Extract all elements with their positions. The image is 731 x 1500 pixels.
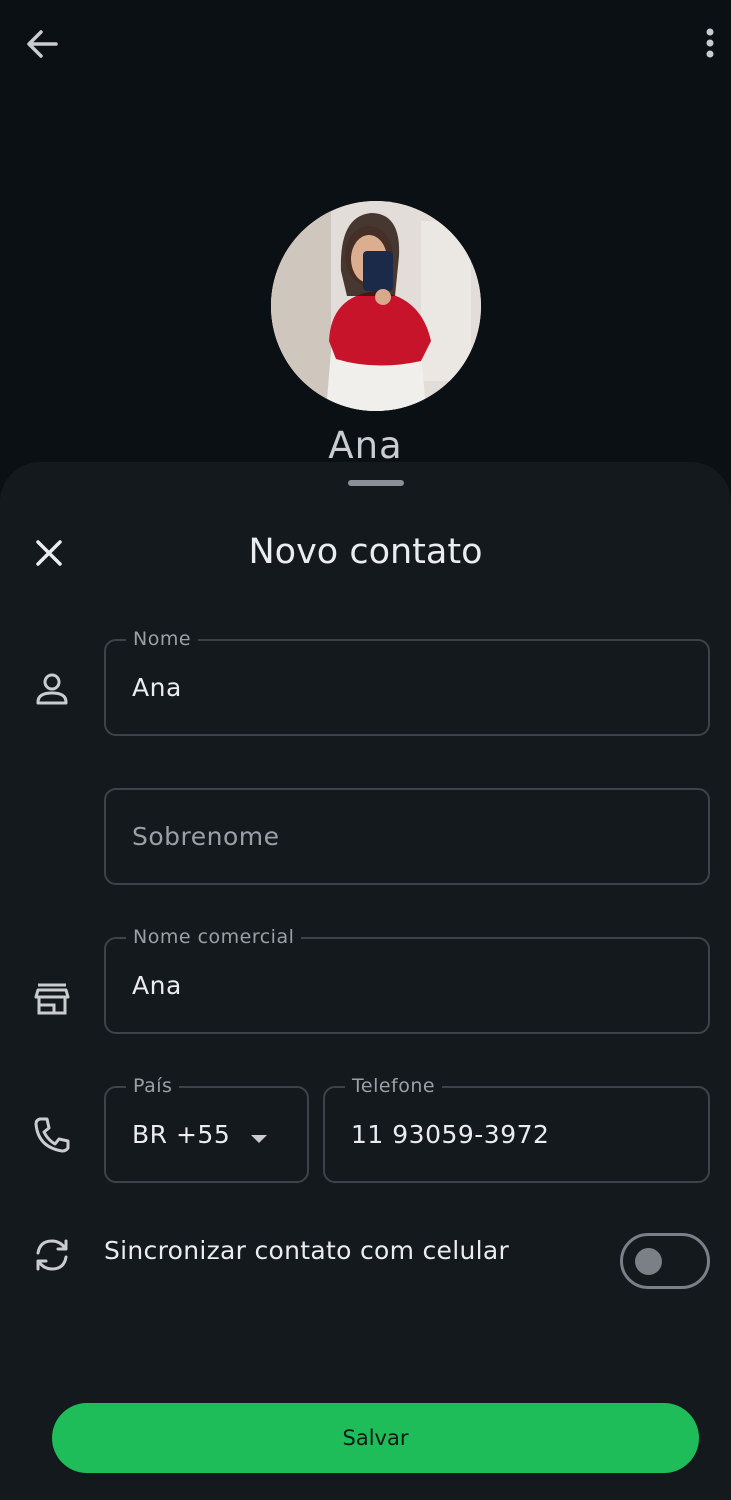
sync-contact-label: Sincronizar contato com celular [104,1236,510,1265]
phone-field[interactable]: Telefone 11 93059-3972 [323,1075,710,1183]
dropdown-arrow-icon [249,1130,269,1143]
phone-icon [30,1113,74,1157]
last-name-placeholder: Sobrenome [132,822,280,851]
first-name-value: Ana [132,673,182,702]
toggle-knob [635,1248,662,1275]
phone-value: 11 93059-3972 [351,1120,550,1149]
sheet-title: Novo contato [248,532,483,572]
drag-handle[interactable] [348,480,404,486]
country-value: BR +55 [132,1120,231,1149]
sync-icon [30,1233,74,1277]
profile-name: Ana [328,424,403,467]
avatar[interactable] [271,201,481,411]
store-icon [30,977,74,1021]
business-name-field[interactable]: Nome comercial Ana [104,926,710,1034]
person-icon [30,667,74,711]
business-name-value: Ana [132,971,182,1000]
sync-contact-toggle[interactable] [620,1233,710,1289]
last-name-field[interactable]: Sobrenome [104,788,710,885]
top-bar [0,0,731,90]
more-vert-icon[interactable] [695,24,725,64]
back-arrow-icon[interactable] [22,24,62,64]
save-button[interactable]: Salvar [52,1403,699,1473]
country-select[interactable]: País BR +55 [104,1075,309,1183]
first-name-field[interactable]: Nome Ana [104,628,710,736]
